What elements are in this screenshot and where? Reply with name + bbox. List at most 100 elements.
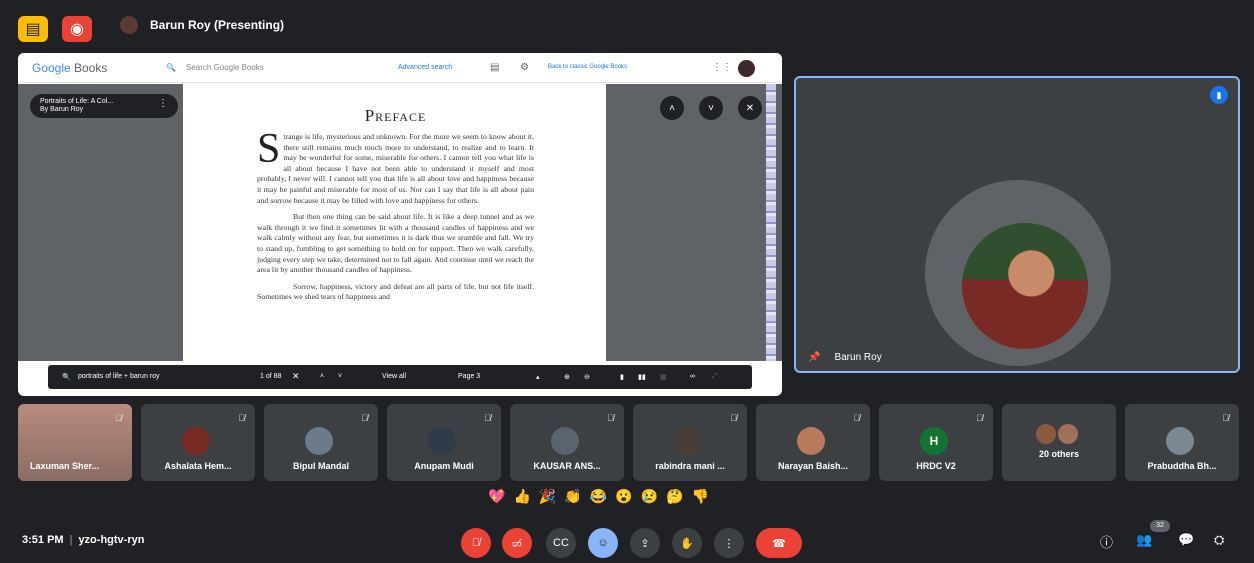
more-options-button[interactable]: ⋮ bbox=[714, 528, 744, 558]
others-tile[interactable]: 20 others bbox=[1002, 404, 1116, 481]
avatar bbox=[797, 427, 825, 455]
video-name-label: 📌 Barun Roy bbox=[808, 352, 882, 363]
mic-off-icon: 🎙̸ bbox=[361, 413, 368, 423]
participant-tile[interactable]: 🎙̸ Bipul Mandal bbox=[264, 404, 378, 481]
meeting-code: yzo-hgtv-ryn bbox=[78, 534, 145, 546]
search-icon: 🔍 bbox=[62, 374, 71, 381]
avatar bbox=[551, 427, 579, 455]
leave-call-button[interactable]: ☎ bbox=[756, 528, 802, 558]
record-icon[interactable]: ◉ bbox=[62, 16, 92, 42]
info-icon[interactable]: ⓘ bbox=[1100, 532, 1113, 551]
library-icon[interactable]: ▤ bbox=[490, 62, 499, 73]
people-count-badge: 32 bbox=[1150, 520, 1170, 532]
close-icon[interactable]: ✕ bbox=[738, 96, 762, 120]
mic-off-icon: 🎙̸ bbox=[853, 413, 860, 423]
view-all-button[interactable]: View all bbox=[382, 373, 406, 380]
thumbs-down-reaction-icon[interactable]: 👎 bbox=[692, 488, 709, 505]
book-viewer: Portraits of Life: A Col... By Barun Roy… bbox=[18, 84, 782, 361]
participant-tile[interactable]: 🎙̸ H HRDC V2 bbox=[879, 404, 993, 481]
activities-icon[interactable]: ⛭ bbox=[1214, 532, 1224, 548]
participant-tile[interactable]: 🎙̸ Ashalata Hem... bbox=[141, 404, 255, 481]
advanced-search-link[interactable]: Advanced search bbox=[398, 64, 452, 71]
result-count: 1 of 88 bbox=[260, 373, 282, 380]
mic-off-icon: 🎙̸ bbox=[484, 413, 491, 423]
thumbs-up-reaction-icon[interactable]: 👍 bbox=[513, 488, 530, 505]
paragraph-2: But then one thing can be said about lif… bbox=[257, 212, 534, 275]
grid-view-icon[interactable]: ▦ bbox=[660, 373, 667, 381]
avatar-ring bbox=[925, 180, 1111, 366]
zoom-in-icon[interactable]: ⊕ bbox=[564, 373, 570, 381]
back-to-classic-link[interactable]: Back to classic Google Books bbox=[548, 64, 627, 70]
pin-icon[interactable]: 📌 bbox=[808, 352, 820, 363]
participant-tile[interactable]: 🎙̸ Prabuddha Bh... bbox=[1125, 404, 1239, 481]
apps-grid-icon[interactable]: ⋮⋮ bbox=[712, 62, 732, 73]
camera-off-button[interactable]: ▭̸ bbox=[502, 528, 532, 558]
present-button[interactable]: ⇪ bbox=[630, 528, 660, 558]
raise-hand-button[interactable]: ✋ bbox=[672, 528, 702, 558]
presenter-avatar bbox=[120, 16, 138, 34]
search-query[interactable]: portraits of life + barun roy bbox=[78, 373, 160, 380]
book-title-chip[interactable]: Portraits of Life: A Col... By Barun Roy… bbox=[30, 94, 178, 118]
clear-icon[interactable]: ✕ bbox=[292, 371, 300, 382]
surprised-reaction-icon[interactable]: 😮 bbox=[615, 488, 632, 505]
gear-icon[interactable]: ⚙ bbox=[520, 62, 529, 73]
bottom-bar: 3:51 PM | yzo-hgtv-ryn 🎙̸ ▭̸ CC ☺ ⇪ ✋ ⋮ ☎ … bbox=[0, 520, 1254, 563]
account-avatar[interactable] bbox=[738, 60, 755, 77]
laugh-reaction-icon[interactable]: 😂 bbox=[590, 488, 607, 505]
avatar bbox=[1166, 427, 1194, 455]
two-page-icon[interactable]: ▮▮ bbox=[638, 373, 646, 381]
participant-tile[interactable]: 🎙̸ Narayan Baish... bbox=[756, 404, 870, 481]
stop-presenting-icon[interactable]: ▤ bbox=[18, 16, 48, 42]
prev-result-icon[interactable]: ˄ bbox=[320, 373, 324, 380]
participant-tile[interactable]: 🎙̸ Laxuman Sher... bbox=[18, 404, 132, 481]
search-box[interactable]: 🔍 Search Google Books bbox=[166, 63, 264, 72]
chevron-down-icon[interactable]: ˅ bbox=[699, 96, 723, 120]
google-books-logo[interactable]: Google Books bbox=[32, 61, 107, 75]
reactions-button[interactable]: ☺ bbox=[588, 528, 618, 558]
participant-strip: 🎙̸ Laxuman Sher... 🎙̸ Ashalata Hem... 🎙̸… bbox=[18, 404, 1244, 481]
paragraph-3: Sorrow, happiness, victory and defeat ar… bbox=[257, 281, 534, 302]
thinking-reaction-icon[interactable]: 🤔 bbox=[666, 488, 683, 505]
avatar bbox=[1036, 424, 1056, 444]
people-icon[interactable]: 👥 bbox=[1136, 532, 1152, 548]
page-title: Preface bbox=[364, 106, 427, 125]
sad-reaction-icon[interactable]: 😢 bbox=[641, 488, 658, 505]
zoom-out-icon[interactable]: ⊖ bbox=[584, 373, 590, 381]
mic-off-button[interactable]: 🎙̸ bbox=[461, 528, 491, 558]
avatar bbox=[428, 427, 456, 455]
more-vert-icon[interactable]: ⋮ bbox=[158, 99, 168, 109]
captions-button[interactable]: CC bbox=[546, 528, 576, 558]
paragraph-1: Strange is life, mysterious and unknown.… bbox=[257, 126, 534, 205]
shared-screen: Google Books 🔍 Search Google Books Advanc… bbox=[18, 53, 782, 396]
top-bar: ▤ ◉ Barun Roy (Presenting) bbox=[0, 0, 1254, 50]
page-thumbnail-strip[interactable] bbox=[766, 84, 776, 361]
chevron-up-icon[interactable]: ˄ bbox=[660, 96, 684, 120]
participant-tile[interactable]: 🎙̸ KAUSAR ANS... bbox=[510, 404, 624, 481]
mic-off-icon: 🎙̸ bbox=[730, 413, 737, 423]
mic-off-icon: 🎙̸ bbox=[607, 413, 614, 423]
page-selector[interactable]: Page 3 bbox=[458, 373, 480, 380]
participant-tile[interactable]: 🎙̸ rabindra mani ... bbox=[633, 404, 747, 481]
search-icon: 🔍 bbox=[166, 63, 176, 72]
mic-off-icon: 🎙̸ bbox=[1222, 413, 1229, 423]
avatar bbox=[305, 427, 333, 455]
party-reaction-icon[interactable]: 🎉 bbox=[539, 488, 556, 505]
next-result-icon[interactable]: ˅ bbox=[338, 373, 342, 380]
clap-reaction-icon[interactable]: 👏 bbox=[564, 488, 581, 505]
participant-tile[interactable]: 🎙̸ Anupam Mudi bbox=[387, 404, 501, 481]
heart-reaction-icon[interactable]: 💖 bbox=[488, 488, 505, 505]
presenter-video-tile[interactable]: ▮ 📌 Barun Roy bbox=[794, 76, 1240, 373]
fullscreen-icon[interactable]: ⤢ bbox=[712, 373, 718, 381]
avatar bbox=[962, 223, 1088, 349]
link-icon[interactable]: ∞ bbox=[690, 373, 695, 380]
reaction-bar: 💖 👍 🎉 👏 😂 😮 😢 🤔 👎 bbox=[488, 488, 709, 505]
avatar-initial: H bbox=[920, 427, 948, 455]
speaking-indicator-icon: ▮ bbox=[1210, 86, 1228, 104]
mic-off-icon: 🎙̸ bbox=[238, 413, 245, 423]
avatar bbox=[674, 427, 702, 455]
clock: 3:51 PM bbox=[22, 534, 64, 546]
chat-icon[interactable]: 💬 bbox=[1178, 532, 1194, 548]
single-page-icon[interactable]: ▮ bbox=[620, 373, 624, 381]
avatar bbox=[1058, 424, 1078, 444]
dropdown-icon[interactable]: ▴ bbox=[536, 373, 540, 381]
